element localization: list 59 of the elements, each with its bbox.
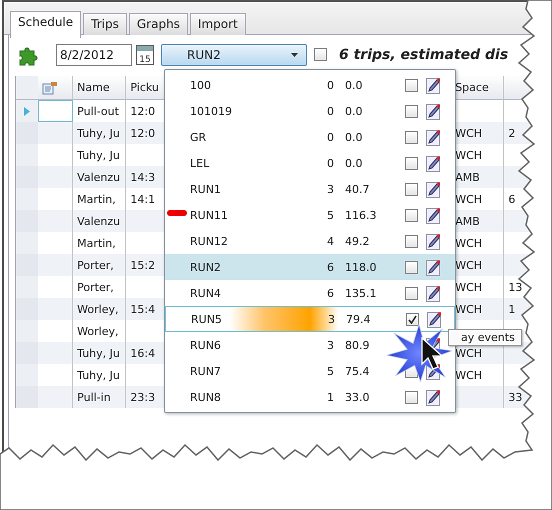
table-cell: 1 — [508, 302, 516, 316]
trip-count: 5 — [326, 364, 335, 378]
table-cell: Tuhy, Ju — [73, 122, 126, 144]
table-cell: 14:3 — [130, 170, 156, 184]
distance-value: 75.4 — [345, 364, 370, 378]
distance-value: 0.0 — [345, 78, 364, 92]
trip-count: 5 — [326, 208, 335, 222]
table-cell: Pull-in — [73, 386, 126, 408]
table-cell: AMB — [455, 170, 480, 184]
table-cell: 12:0 — [130, 126, 156, 140]
trip-count: 3 — [326, 182, 335, 196]
trip-count: 0 — [326, 130, 335, 144]
table-cell: WCH — [455, 236, 482, 250]
distance-value: 135.1 — [345, 286, 378, 300]
trip-count: 0 — [326, 104, 335, 118]
distance-value: 0.0 — [345, 130, 364, 144]
table-cell: 23:3 — [130, 390, 156, 404]
trip-count: 3 — [326, 338, 335, 352]
table-cell: 2 — [508, 126, 516, 140]
tooltip: ay events — [448, 329, 522, 346]
table-cell: WCH — [455, 192, 482, 206]
table-cell: 16:4 — [130, 346, 156, 360]
table-cell: WCH — [455, 280, 482, 294]
distance-value: 116.3 — [345, 208, 378, 222]
table-cell: WCH — [455, 302, 482, 316]
distance-value: 79.4 — [346, 312, 372, 326]
distance-value: 0.0 — [345, 156, 364, 170]
table-cell: Worley, — [73, 298, 126, 320]
table-cell: WCH — [455, 346, 482, 360]
table-cell: 15:2 — [130, 258, 156, 272]
table-cell: WCH — [455, 148, 482, 162]
trip-count: 6 — [326, 286, 335, 300]
trip-count: 1 — [326, 390, 335, 404]
table-cell: Tuhy, Ju — [73, 342, 126, 364]
distance-value: 80.9 — [345, 338, 370, 352]
trip-count: 4 — [326, 234, 335, 248]
table-cell: Valenzu — [73, 166, 126, 188]
distance-value: 40.7 — [345, 182, 370, 196]
distance-value: 33.0 — [345, 390, 370, 404]
distance-value: 118.0 — [345, 260, 378, 274]
table-cell: WCH — [455, 368, 482, 382]
distance-value: 49.2 — [345, 234, 370, 248]
table-cell: AMB — [455, 214, 480, 228]
table-cell: 33 — [508, 390, 522, 404]
table-cell: 12:0 — [130, 104, 156, 118]
table-cell: WCH — [455, 126, 482, 140]
trip-count: 0 — [326, 78, 335, 92]
trip-count: 0 — [326, 156, 335, 170]
table-cell: 13 — [508, 280, 522, 294]
trip-count: 6 — [326, 260, 335, 274]
table-cell: Porter, — [73, 254, 126, 276]
table-cell: 15:4 — [130, 302, 156, 316]
distance-value: 0.0 — [345, 104, 364, 118]
table-cell: Valenzu — [73, 210, 126, 232]
table-cell: 14:1 — [130, 192, 156, 206]
trip-count: 3 — [327, 312, 336, 326]
summary-text: 6 trips, estimated dis — [339, 46, 508, 62]
table-cell: 6 — [508, 192, 516, 206]
table-cell: WCH — [455, 258, 482, 272]
